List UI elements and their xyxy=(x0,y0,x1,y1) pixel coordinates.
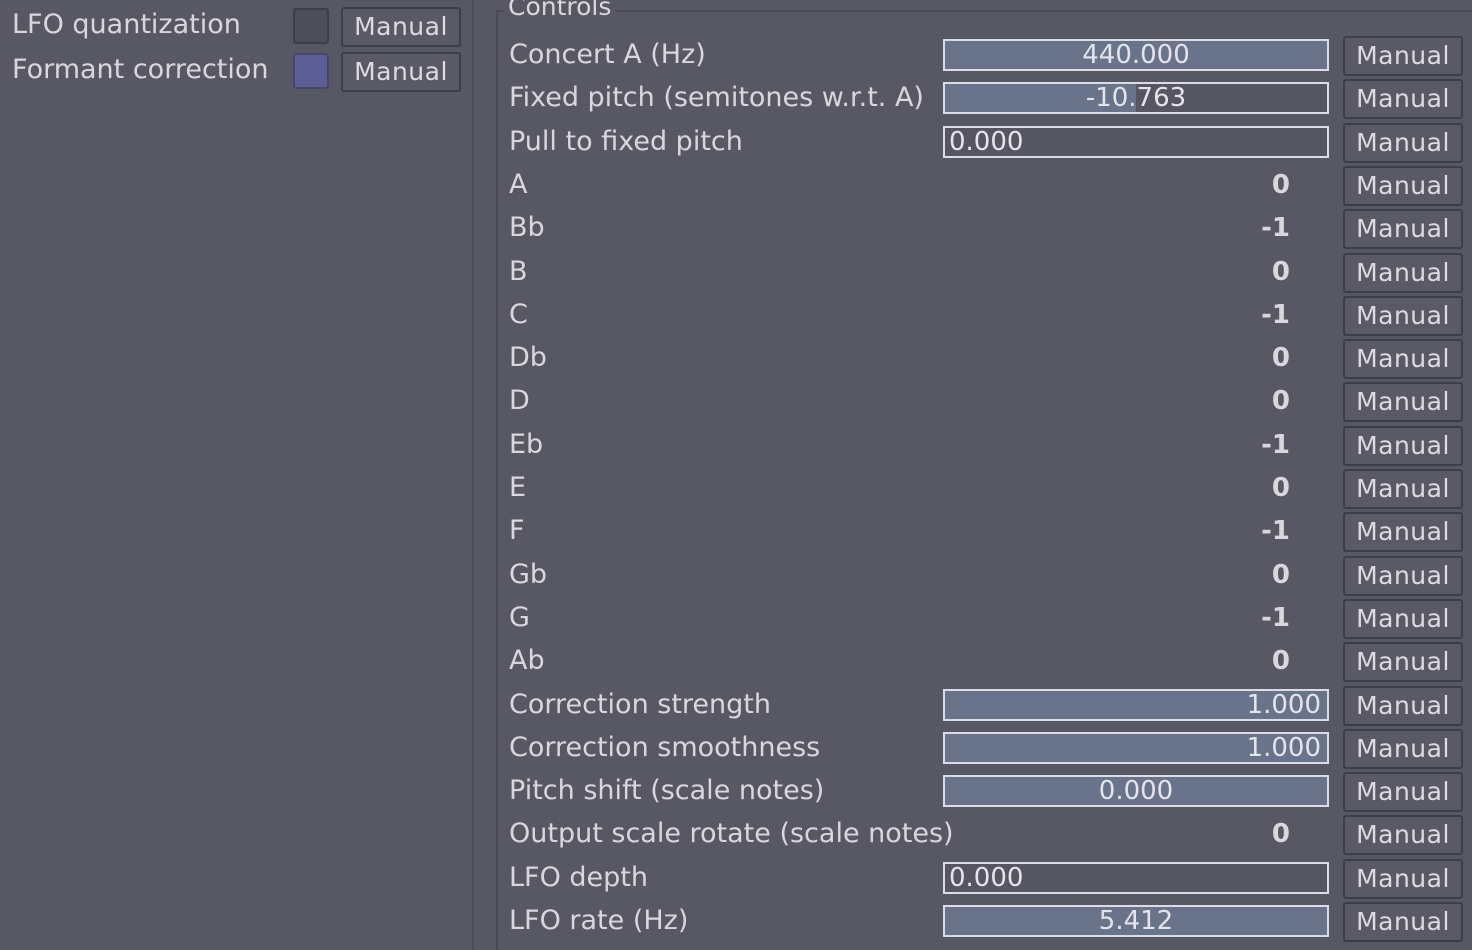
integer-value[interactable]: 0 xyxy=(1200,819,1290,849)
slider-value: 0.000 xyxy=(949,127,1024,157)
slider-value: 5.412 xyxy=(1098,906,1174,936)
manual-button[interactable]: Manual xyxy=(1343,469,1463,509)
integer-value[interactable]: 0 xyxy=(1200,343,1290,373)
manual-button[interactable]: Manual xyxy=(1343,512,1463,552)
manual-button[interactable]: Manual xyxy=(1343,902,1463,942)
integer-value[interactable]: -1 xyxy=(1200,300,1290,330)
value-slider[interactable]: 1.000 xyxy=(943,689,1329,721)
control-row-g: G -1 Manual xyxy=(0,597,1472,640)
manual-button[interactable]: Manual xyxy=(1343,815,1463,855)
control-label: F xyxy=(509,515,525,546)
control-row-gb: Gb 0 Manual xyxy=(0,554,1472,597)
control-label: Pull to fixed pitch xyxy=(509,126,743,157)
control-row-a: A 0 Manual xyxy=(0,164,1472,207)
control-label: Output scale rotate (scale notes) xyxy=(509,818,954,849)
control-row-fixed-pitch-semitones-w-r-t-a: Fixed pitch (semitones w.r.t. A) -10.763 M… xyxy=(0,77,1472,120)
manual-button[interactable]: Manual xyxy=(1343,382,1463,422)
control-label: E xyxy=(509,472,527,503)
slider-value: 1.000 xyxy=(1246,690,1321,720)
value-slider[interactable]: 0.000 xyxy=(943,126,1329,158)
manual-button[interactable]: Manual xyxy=(1343,599,1463,639)
integer-value[interactable]: 0 xyxy=(1200,386,1290,416)
control-label: Pitch shift (scale notes) xyxy=(509,775,825,806)
manual-button[interactable]: Manual xyxy=(1343,729,1463,769)
manual-button[interactable]: Manual xyxy=(1343,296,1463,336)
value-slider[interactable]: 440.000 xyxy=(943,39,1329,71)
integer-value[interactable]: -1 xyxy=(1200,213,1290,243)
value-slider[interactable]: 1.000 xyxy=(943,732,1329,764)
control-row-correction-strength: Correction strength 1.000 Manual xyxy=(0,684,1472,727)
control-label: A xyxy=(509,169,528,200)
value-slider[interactable]: 0.000 xyxy=(943,862,1329,894)
control-row-lfo-rate-hz: LFO rate (Hz) 5.412 Manual xyxy=(0,900,1472,943)
integer-value[interactable]: -1 xyxy=(1200,430,1290,460)
control-label: Db xyxy=(509,342,547,373)
slider-value: 1.000 xyxy=(1246,733,1321,763)
control-row-c: C -1 Manual xyxy=(0,294,1472,337)
manual-button[interactable]: Manual xyxy=(1343,426,1463,466)
manual-button[interactable]: Manual xyxy=(1343,209,1463,249)
manual-button[interactable]: Manual xyxy=(1343,642,1463,682)
slider-value: 0.000 xyxy=(1098,776,1174,806)
control-label: G xyxy=(509,602,530,633)
manual-button[interactable]: Manual xyxy=(1343,859,1463,899)
control-row-correction-smoothness: Correction smoothness 1.000 Manual xyxy=(0,727,1472,770)
control-row-db: Db 0 Manual xyxy=(0,337,1472,380)
control-row-d: D 0 Manual xyxy=(0,380,1472,423)
control-row-ab: Ab 0 Manual xyxy=(0,640,1472,683)
control-row-output-scale-rotate-scale-notes: Output scale rotate (scale notes) 0 Manual xyxy=(0,813,1472,856)
integer-value[interactable]: 0 xyxy=(1200,473,1290,503)
controls-group-title: Controls xyxy=(504,0,616,22)
integer-value[interactable]: 0 xyxy=(1200,170,1290,200)
slider-value: -10.763 xyxy=(1085,83,1187,113)
value-slider[interactable]: 5.412 xyxy=(943,905,1329,937)
control-row-f: F -1 Manual xyxy=(0,510,1472,553)
control-row-pull-to-fixed-pitch: Pull to fixed pitch 0.000 Manual xyxy=(0,121,1472,164)
integer-value[interactable]: -1 xyxy=(1200,603,1290,633)
slider-value: 440.000 xyxy=(1082,40,1190,70)
value-slider[interactable]: -10.763 xyxy=(943,82,1329,114)
control-label: LFO depth xyxy=(509,862,648,893)
value-slider[interactable]: 0.000 xyxy=(943,775,1329,807)
control-row-concert-a-hz: Concert A (Hz) 440.000 Manual xyxy=(0,34,1472,77)
manual-button[interactable]: Manual xyxy=(1343,166,1463,206)
control-label: Fixed pitch (semitones w.r.t. A) xyxy=(509,82,924,113)
manual-button[interactable]: Manual xyxy=(1343,123,1463,163)
control-label: Concert A (Hz) xyxy=(509,39,706,70)
control-label: Correction smoothness xyxy=(509,732,821,763)
control-label: D xyxy=(509,385,530,416)
manual-button[interactable]: Manual xyxy=(1343,556,1463,596)
control-row-bb: Bb -1 Manual xyxy=(0,207,1472,250)
control-label: Bb xyxy=(509,212,545,243)
integer-value[interactable]: 0 xyxy=(1200,646,1290,676)
integer-value[interactable]: 0 xyxy=(1200,560,1290,590)
integer-value[interactable]: 0 xyxy=(1200,257,1290,287)
manual-button[interactable]: Manual xyxy=(1343,36,1463,76)
control-label: Ab xyxy=(509,645,545,676)
control-label: Eb xyxy=(509,429,544,460)
slider-value: 0.000 xyxy=(949,863,1024,893)
manual-button[interactable]: Manual xyxy=(1343,79,1463,119)
control-label: C xyxy=(509,299,528,330)
control-row-e: E 0 Manual xyxy=(0,467,1472,510)
manual-button[interactable]: Manual xyxy=(1343,339,1463,379)
control-label: B xyxy=(509,256,528,287)
control-label: Correction strength xyxy=(509,689,771,720)
control-label: Gb xyxy=(509,559,548,590)
control-row-pitch-shift-scale-notes: Pitch shift (scale notes) 0.000 Manual xyxy=(0,770,1472,813)
integer-value[interactable]: -1 xyxy=(1200,516,1290,546)
manual-button[interactable]: Manual xyxy=(1343,253,1463,293)
control-row-b: B 0 Manual xyxy=(0,251,1472,294)
plugin-controls-window: LFO quantization Manual Formant correction… xyxy=(0,0,1472,950)
manual-button[interactable]: Manual xyxy=(1343,772,1463,812)
manual-button[interactable]: Manual xyxy=(1343,686,1463,726)
control-row-lfo-depth: LFO depth 0.000 Manual xyxy=(0,857,1472,900)
control-row-eb: Eb -1 Manual xyxy=(0,424,1472,467)
control-label: LFO rate (Hz) xyxy=(509,905,689,936)
